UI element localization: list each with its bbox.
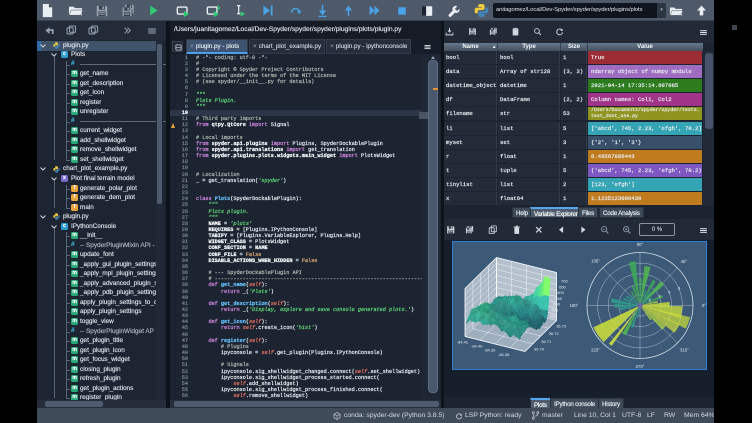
svg-text:45°: 45° [681,259,688,264]
svg-text:600: 600 [557,290,564,295]
svg-text:8: 8 [678,286,680,290]
svg-text:550: 550 [555,296,562,301]
svg-text:700: 700 [561,279,568,284]
svg-text:650: 650 [559,284,566,289]
svg-text:90°: 90° [637,242,644,247]
svg-text:-84.40: -84.40 [471,344,483,349]
svg-text:-84.39: -84.39 [484,347,496,352]
svg-text:6: 6 [668,290,670,294]
svg-text:315°: 315° [680,348,689,353]
svg-text:225°: 225° [591,348,600,353]
svg-text:36.70: 36.70 [534,347,545,352]
svg-text:135°: 135° [591,259,600,264]
svg-text:-84.38: -84.38 [498,352,510,357]
svg-text:0°: 0° [702,303,706,308]
svg-text:-84.41: -84.41 [457,340,469,345]
svg-text:400: 400 [550,313,557,318]
svg-text:180°: 180° [570,303,579,308]
svg-text:270°: 270° [636,364,645,369]
svg-text:500: 500 [553,302,560,307]
svg-text:2: 2 [649,298,651,302]
svg-text:36.71: 36.71 [541,339,552,344]
svg-text:36.73: 36.73 [556,323,567,328]
svg-text:4: 4 [659,294,661,298]
svg-text:450: 450 [552,308,559,313]
svg-text:36.72: 36.72 [549,331,560,336]
